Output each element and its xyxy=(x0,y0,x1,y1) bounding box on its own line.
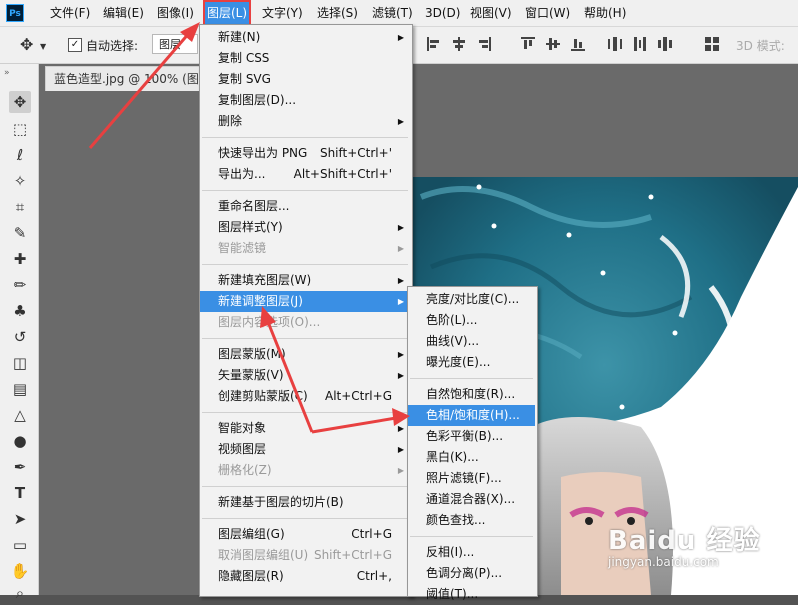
arrow-to-hue-saturation xyxy=(311,416,397,434)
arrow-to-layer-menu xyxy=(88,31,192,149)
arrow-to-adjustment-layer xyxy=(266,321,314,433)
annotation-arrows xyxy=(88,22,410,434)
